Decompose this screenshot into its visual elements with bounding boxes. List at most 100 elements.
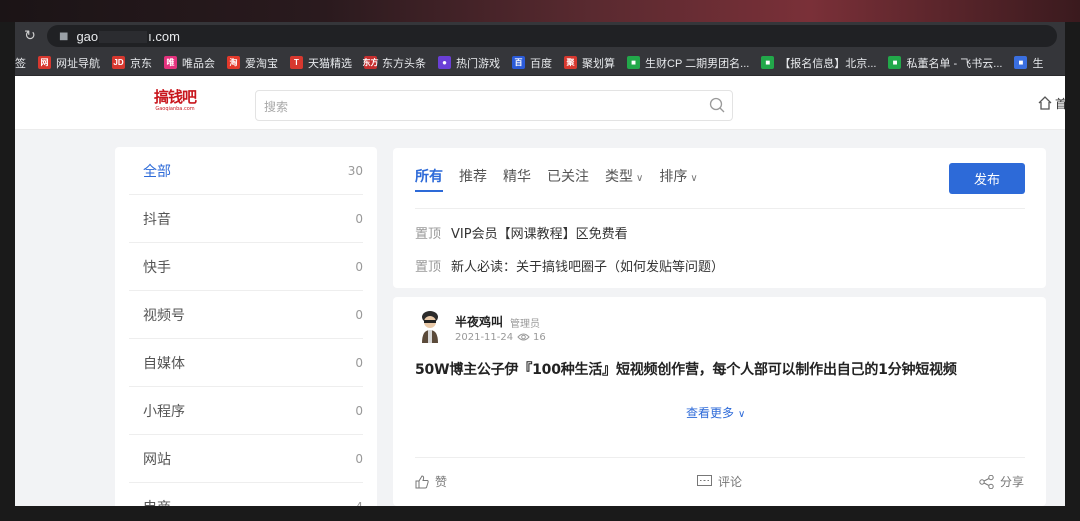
post-author[interactable]: 半夜鸡叫 — [455, 313, 503, 330]
category-label: 网站 — [143, 451, 171, 468]
comment-icon — [697, 475, 712, 486]
bookmark-label: 生 — [1032, 57, 1044, 70]
category-label: 电商 — [143, 497, 171, 507]
category-count: 0 — [355, 451, 363, 466]
category-item[interactable]: 网站 0 — [129, 435, 363, 483]
bookmark-item[interactable]: T 天猫精选 — [290, 55, 352, 71]
category-item[interactable]: 自媒体 0 — [129, 339, 363, 387]
filter-tab[interactable]: 排序 ∨ — [659, 166, 697, 192]
bookmark-item[interactable]: 唯唯品会 — [164, 55, 215, 71]
url-suffix: ı.com — [148, 28, 180, 44]
thumbs-up-icon — [415, 474, 429, 488]
bookmark-favicon-icon: ● — [438, 56, 451, 69]
filter-tab-label: 类型 — [605, 169, 633, 185]
window-shadow-bottom — [0, 506, 1080, 521]
logo-text: 搞钱吧 — [153, 88, 197, 106]
home-icon[interactable] — [1037, 95, 1053, 111]
filter-tab-label: 所有 — [415, 169, 443, 185]
pinned-title[interactable]: 新人必读：关于搞钱吧圈子（如何发贴等问题） — [451, 256, 724, 275]
bookmark-item[interactable]: 网网址导航 — [38, 55, 100, 71]
avatar[interactable] — [415, 309, 445, 343]
desktop-background-strip — [0, 0, 1080, 22]
bookmark-label: 生财CP 二期男团名... — [645, 57, 750, 70]
bookmark-label: 热门游戏 — [456, 57, 500, 70]
bookmark-item[interactable]: ■ 生财CP 二期男团名... — [627, 55, 749, 71]
site-logo[interactable]: 搞钱吧 Gaoqianba.com — [153, 88, 197, 113]
category-item[interactable]: 小程序 0 — [129, 387, 363, 435]
like-label: 赞 — [435, 475, 448, 489]
home-label[interactable]: 首 — [1055, 95, 1065, 112]
url-prefix: gao — [76, 28, 99, 44]
post-title[interactable]: 50W博主公子伊『100种生活』短视频创作营，每个人部可以制作出自己的1分钟短视… — [415, 359, 957, 379]
url-text: gao ı.com — [76, 29, 180, 44]
post-card: 半夜鸡叫 管理员 2021-11-24 16 50W博主公子伊『100种生活』短… — [393, 297, 1046, 506]
publish-button[interactable]: 发布 — [949, 163, 1025, 194]
bookmark-favicon-icon: 聚 — [564, 56, 577, 69]
category-label: 视频号 — [143, 307, 185, 324]
bookmark-favicon-icon: 唯 — [164, 56, 177, 69]
bookmark-label: 爱淘宝 — [245, 57, 278, 70]
search-input[interactable]: 搜索 — [255, 90, 733, 121]
category-item[interactable]: 抖音 0 — [129, 195, 363, 243]
see-more-link[interactable]: 查看更多 ∨ — [686, 404, 745, 421]
bookmark-label: 网址导航 — [56, 57, 100, 70]
like-button[interactable]: 赞 — [415, 473, 447, 490]
url-redaction — [99, 31, 148, 44]
bookmark-label: 私董名单 - 飞书云... — [906, 57, 1003, 70]
comment-label: 评论 — [718, 475, 743, 489]
search-icon[interactable] — [708, 96, 726, 114]
bookmark-favicon-icon: 淘 — [227, 56, 240, 69]
bookmark-favicon-icon: ■ — [627, 56, 640, 69]
bookmark-label: 百度 — [530, 57, 552, 70]
bookmark-label: 聚划算 — [582, 57, 615, 70]
filter-tab-label: 精华 — [503, 169, 531, 185]
filter-tab[interactable]: 推荐 — [459, 166, 487, 192]
bookmark-item[interactable]: 聚聚划算 — [564, 55, 615, 71]
bookmark-item[interactable]: 淘爱淘宝 — [227, 55, 278, 71]
filter-tabs: 所有 推荐 精华 已关注 类型 ∨ 排序 ∨ — [415, 166, 714, 192]
bookmark-item[interactable]: 签 — [15, 55, 26, 71]
browser-window: ↻ ■ gao ı.com 签网网址导航 JD 京东唯唯品会淘爱淘宝 T 天猫精选 东方 东方… — [15, 22, 1065, 506]
post-date: 2021-11-24 — [455, 332, 514, 343]
lock-icon[interactable]: ■ — [59, 31, 68, 42]
search-placeholder: 搜索 — [264, 100, 289, 114]
category-item[interactable]: 快手 0 — [129, 243, 363, 291]
category-count: 30 — [347, 163, 363, 178]
pinned-tag: 置顶 — [415, 260, 442, 275]
filter-tab[interactable]: 精华 — [503, 166, 531, 192]
bookmark-item[interactable]: 百百度 — [512, 55, 552, 71]
category-item[interactable]: 视频号 0 — [129, 291, 363, 339]
bookmarks-bar: 签网网址导航 JD 京东唯唯品会淘爱淘宝 T 天猫精选 东方 东方头条 ● 热门游戏百百度聚聚划… — [15, 50, 1065, 76]
filter-tab[interactable]: 已关注 — [547, 166, 589, 192]
category-label: 抖音 — [143, 211, 171, 228]
bookmark-item[interactable]: ● 热门游戏 — [438, 55, 500, 71]
site-header: 搞钱吧 Gaoqianba.com 搜索 首 — [15, 76, 1065, 130]
category-label: 全部 — [143, 163, 171, 180]
comment-button[interactable]: 评论 — [697, 473, 742, 490]
category-item[interactable]: 全部 30 — [129, 147, 363, 195]
bookmark-item[interactable]: ■ 生 — [1014, 55, 1043, 71]
bookmark-favicon-icon: 东方 — [362, 56, 379, 69]
filter-tab-label: 推荐 — [459, 169, 487, 185]
pinned-post-1[interactable]: 置顶 VIP会员【网课教程】区免费看 — [415, 223, 628, 242]
pinned-title[interactable]: VIP会员【网课教程】区免费看 — [451, 223, 628, 242]
bookmark-label: 东方头条 — [382, 57, 426, 70]
category-count: 0 — [355, 355, 363, 370]
bookmark-favicon-icon: 百 — [512, 56, 525, 69]
url-field[interactable]: ■ gao ı.com — [47, 25, 1057, 47]
author-role-badge: 管理员 — [510, 319, 540, 330]
bookmark-label: 唯品会 — [182, 57, 215, 70]
filter-tab[interactable]: 类型 ∨ — [605, 166, 643, 192]
address-bar-row: ↻ ■ gao ı.com — [15, 22, 1065, 50]
pinned-post-2[interactable]: 置顶 新人必读：关于搞钱吧圈子（如何发贴等问题） — [415, 256, 724, 275]
bookmark-label: 签 — [15, 57, 26, 70]
category-count: 0 — [355, 211, 363, 226]
filter-tab[interactable]: 所有 — [415, 166, 443, 192]
category-item[interactable]: 电商4 — [129, 483, 363, 507]
bookmark-item[interactable]: 东方 东方头条 — [362, 55, 426, 71]
reload-icon[interactable]: ↻ — [15, 28, 45, 44]
bookmark-item[interactable]: ■ 私董名单 - 飞书云... — [888, 55, 1002, 71]
share-button[interactable]: 分享 — [979, 473, 1024, 490]
bookmark-item[interactable]: JD 京东 — [112, 55, 152, 71]
bookmark-item[interactable]: ■ 【报名信息】北京... — [761, 55, 876, 71]
